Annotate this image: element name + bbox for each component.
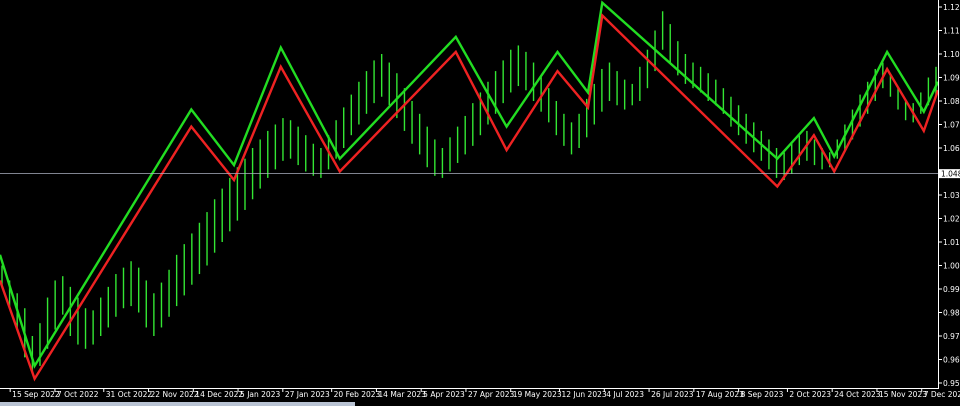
x-tick-label: 7 Oct 2022 <box>57 390 99 399</box>
x-tick-label: 15 Nov 2023 <box>879 390 927 399</box>
y-tick-label: 1.126 <box>943 3 960 12</box>
x-tick-label: 24 Oct 2023 <box>834 390 881 399</box>
y-tick-label: 1.016 <box>943 238 960 247</box>
x-tick-label: 22 Nov 2022 <box>151 390 199 399</box>
x-tick-label: 17 Aug 2023 <box>696 390 744 399</box>
chart-scroll-strip[interactable] <box>0 402 355 406</box>
y-tick-label: 1.115 <box>943 27 960 36</box>
x-tick-label: 7 Dec 2023 <box>924 390 960 399</box>
y-tick-label: 0.972 <box>943 332 960 341</box>
y-tick-label: 0.950 <box>943 379 960 388</box>
y-tick-label: 1.082 <box>943 97 960 106</box>
y-tick-label: 0.961 <box>943 356 960 365</box>
time-axis[interactable]: 15 Sep 20227 Oct 2022 31 Oct 202222 Nov 2… <box>9 388 960 399</box>
y-tick-label: 1.027 <box>943 215 960 224</box>
x-tick-label: 14 Mar 2023 <box>378 390 426 399</box>
y-tick-label: 1.104 <box>943 50 960 59</box>
x-tick-label: 20 Feb 2023 <box>334 390 381 399</box>
forex-chart[interactable]: 1.126 1.115 1.104 1.093 1.082 1.071 1.060 1.038… <box>0 0 960 406</box>
x-tick-label: 5 Apr 2023 <box>423 390 465 399</box>
y-tick-label: 1.005 <box>943 262 960 271</box>
x-tick-label: 12 Jun 2023 <box>562 390 607 399</box>
x-tick-label: 27 Apr 2023 <box>468 390 515 399</box>
y-tick-label: 0.994 <box>943 285 960 294</box>
x-tick-label: 2 Oct 2023 <box>789 390 831 399</box>
x-tick-label: 15 Sep 2022 <box>12 390 60 399</box>
current-price-label: 1.048 <box>941 170 960 179</box>
y-tick-label: 1.060 <box>943 144 960 153</box>
x-tick-label: 19 May 2023 <box>513 390 562 399</box>
x-tick-label: 31 Oct 2022 <box>106 390 153 399</box>
x-tick-label: 26 Jul 2023 <box>651 390 694 399</box>
y-tick-label: 1.038 <box>943 191 960 200</box>
y-tick-label: 0.983 <box>943 309 960 318</box>
x-tick-label: 8 Sep 2023 <box>741 390 784 399</box>
x-tick-label: 4 Jul 2023 <box>606 390 644 399</box>
y-tick-label: 1.093 <box>943 74 960 83</box>
current-price-badge: 1.048 <box>939 169 960 179</box>
x-tick-label: 5 Jan 2023 <box>240 390 280 399</box>
y-tick-label: 1.071 <box>943 121 960 130</box>
x-tick-label: 14 Dec 2022 <box>195 390 243 399</box>
x-tick-label: 27 Jan 2023 <box>285 390 330 399</box>
chart-canvas[interactable]: 1.126 1.115 1.104 1.093 1.082 1.071 1.060 1.038… <box>0 0 960 406</box>
